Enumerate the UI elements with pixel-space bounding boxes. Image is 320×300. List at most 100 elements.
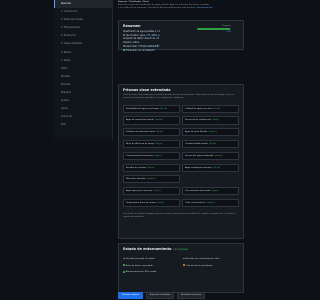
sidebar-item-resumen[interactable]: Resumen	[54, 0, 112, 9]
sidebar-item-evaluacion[interactable]: 4. Evaluación	[54, 32, 112, 40]
page-intro: Proyecto / Clasificador / Panel Panel de…	[118, 1, 244, 13]
class-item[interactable]: Nivel de pH fuera de rango[baja]	[123, 139, 180, 149]
summary-label: Conjunto de datos:	[123, 37, 144, 41]
status-hint: (en progreso)	[173, 248, 189, 251]
class-item[interactable]: Olor anómalo detectado[baja]	[182, 187, 239, 196]
summary-line: Entrenado correctamente	[123, 49, 239, 53]
class-badge: [alta]	[159, 107, 168, 110]
progress-label: Progreso	[222, 25, 231, 27]
save-model-button[interactable]: Guardar modelo	[118, 292, 143, 299]
classes-note: Las clases con etiqueta [baja] requieren…	[123, 213, 236, 218]
status-panel: Estado de entornamiento (en progreso) Ser…	[118, 243, 244, 293]
summary-label: Modelo hash:	[123, 44, 138, 48]
class-label: Temperatura fuera de norma	[126, 201, 156, 204]
class-item[interactable]: Agua apta para consumo[alta]	[123, 187, 180, 196]
class-badge: [alta]	[153, 190, 161, 193]
class-badge: [baja]	[156, 201, 165, 204]
status-label: Almacenamiento: 82% usado	[125, 271, 157, 274]
class-badge: [media]	[208, 131, 218, 134]
status-led-icon	[183, 264, 185, 267]
status-led-icon	[123, 271, 125, 273]
summary-value: correctamente	[137, 48, 155, 52]
sidebar-item-ayuda[interactable]: Ayuda	[54, 105, 112, 113]
sidebar-item-salir[interactable]: Salir	[54, 121, 112, 129]
summary-value: v1.4	[155, 30, 161, 33]
class-badge: [baja]	[154, 154, 162, 157]
status-label: Servidor principal: sin datos	[125, 258, 155, 260]
class-badge: [alta]	[213, 107, 221, 110]
intro-line-2-text: y el estado de los entornos. Consulta la…	[118, 7, 196, 9]
class-badge: [baja]	[155, 131, 164, 134]
class-badge: [alta]	[212, 166, 221, 169]
class-item[interactable]: Temperatura fuera de norma[baja]	[123, 198, 180, 208]
class-badge: [media]	[206, 201, 215, 204]
class-label: Residuo de nitratos	[126, 166, 147, 169]
status-led-icon	[123, 264, 125, 267]
class-label: Potabilidad de agua muy limpia	[126, 107, 159, 110]
sidebar-item-clases[interactable]: 5. Clases extraídas	[54, 40, 112, 48]
class-item[interactable]: Dureza del agua moderada[media]	[182, 151, 239, 160]
summary-value: admin	[132, 41, 140, 45]
class-item[interactable]: Agua tratada por ósmosis[alta]	[182, 163, 239, 172]
status-dot-icon	[123, 49, 125, 51]
class-item[interactable]: Presencia de sedimentos[baja]	[182, 116, 239, 125]
summary-label: Entrenado	[125, 48, 137, 52]
status-led-icon	[183, 257, 185, 260]
page: Resumen 1. Introducción 2. Datos del mod…	[0, 0, 300, 300]
class-label: Agua apta para consumo	[126, 190, 153, 193]
export-results-button[interactable]: Exportar resultados	[145, 292, 175, 299]
sidebar-item-entrenamiento[interactable]: 3. Entrenamiento	[54, 24, 112, 32]
class-item[interactable]: Residuo de nitratos[baja]	[123, 163, 180, 172]
class-badge: [alta]	[208, 142, 217, 145]
status-label: Base de datos: conectada	[125, 264, 153, 267]
class-item[interactable]: Agua de manantial natural[media]	[123, 116, 180, 125]
documentation-link[interactable]: documentación	[196, 7, 212, 9]
class-item[interactable]: Turbidez elevada detectada[baja]	[123, 128, 180, 137]
status-label: Cola de tareas: pendiente	[185, 264, 213, 267]
sidebar-item-introduccion[interactable]: 1. Introducción	[54, 8, 112, 16]
sidebar-item-modelos[interactable]: Modelos	[54, 73, 112, 81]
action-bar: Guardar modelo Exportar resultados Actua…	[118, 292, 244, 299]
class-item[interactable]: Calidad de agua con cloro[alta]	[182, 104, 239, 113]
class-label: Olor anómalo detectado	[185, 190, 211, 193]
sidebar: Resumen 1. Introducción 2. Datos del mod…	[54, 0, 113, 140]
sidebar-item-estado[interactable]: 6. Estado	[54, 49, 112, 57]
class-item[interactable]: Color característico[media]	[182, 198, 239, 208]
status-grid: Servidor principal: sin datos Servidor d…	[123, 257, 239, 275]
classes-panel: Prismas clase extendada Lista de clases …	[118, 84, 244, 239]
class-item[interactable]: Minerales disueltos[media]	[123, 175, 180, 184]
classes-title: Prismas clase extendada	[123, 88, 171, 92]
class-item[interactable]: Conductividad normal[alta]	[182, 139, 239, 149]
class-label: Contaminación bacteriana	[126, 154, 154, 157]
summary-value: 7f3a9c21e0b4d58f	[138, 44, 160, 48]
summary-label: ID del modelo:	[123, 33, 139, 37]
status-label: Servidor de entrenamiento: listo	[185, 258, 220, 260]
class-label: Color característico	[185, 201, 206, 204]
intro-line-2: y el estado de los entornos. Consulta la…	[118, 7, 244, 10]
status-item: Almacenamiento: 82% usado	[123, 270, 179, 274]
class-label: Minerales disueltos	[126, 178, 147, 181]
sidebar-item-exportar[interactable]: Exportar	[54, 81, 112, 89]
summary-panel: Resumen Clasificador de agua potable v1.…	[118, 20, 244, 53]
sidebar-item-datos-modelo[interactable]: 2. Datos del modelo	[54, 16, 112, 24]
sidebar-item-ajustes[interactable]: Ajustes	[54, 97, 112, 105]
class-label: Nivel de pH fuera de rango	[126, 142, 155, 145]
class-item[interactable]: Contaminación bacteriana[baja]	[123, 151, 180, 160]
refresh-environments-button[interactable]: Actualizar entornos	[177, 292, 206, 299]
class-item[interactable]: Agua de pozo filtrada[media]	[182, 128, 239, 137]
status-item: Base de datos: conectada	[123, 264, 179, 268]
sidebar-item-acerca[interactable]: Acerca de	[54, 113, 112, 121]
class-badge: [baja]	[147, 166, 155, 169]
summary-label: Clasificador de agua potable	[123, 30, 155, 33]
class-badge: [baja]	[211, 119, 220, 122]
status-item: Cola de tareas: pendiente	[183, 264, 239, 268]
class-label: Agua de manantial natural	[126, 119, 154, 122]
sidebar-item-notas[interactable]: 7. Notas	[54, 57, 112, 65]
sidebar-item-registros[interactable]: Registros	[54, 89, 112, 97]
class-label: Agua de pozo filtrada	[185, 131, 208, 134]
summary-value: agua-clf-2291-a	[139, 33, 160, 37]
class-item[interactable]: Potabilidad de agua muy limpia[alta]	[123, 104, 180, 113]
sidebar-item-datos[interactable]: Datos	[54, 65, 112, 73]
class-label: Presencia de sedimentos	[185, 119, 211, 122]
class-label: Dureza del agua moderada	[185, 154, 214, 157]
